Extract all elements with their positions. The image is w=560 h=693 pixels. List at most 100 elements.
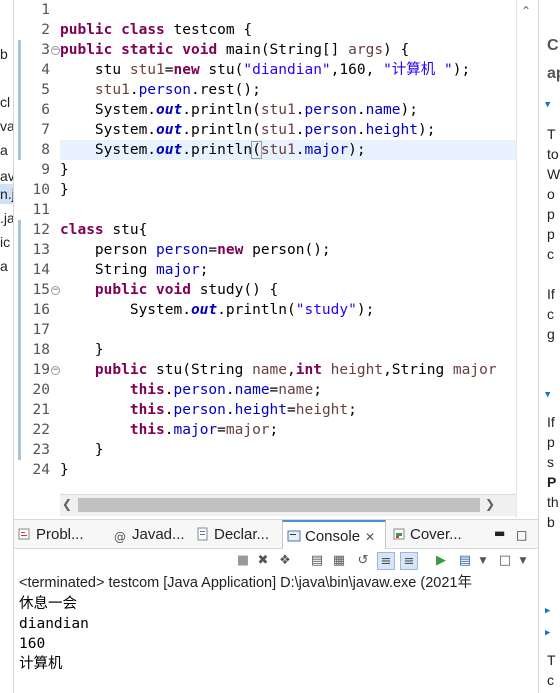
code-line[interactable]: System.out.println(stu1.person.name);: [60, 100, 418, 120]
tab-label: Console: [305, 528, 361, 545]
code-line[interactable]: }: [60, 180, 69, 200]
line-number: 17: [32, 322, 50, 338]
tab-label: Declar...: [214, 526, 270, 543]
tab-label: Cover...: [410, 526, 462, 543]
tab-label: Probl...: [36, 526, 84, 543]
console-output[interactable]: 休息一会 diandian 160 计算机: [14, 594, 538, 693]
code-line[interactable]: public class testcom {: [60, 20, 252, 40]
side-panel-text: If: [547, 414, 555, 430]
code-editor[interactable]: 1 2 3−4 5 6 7 8 9 10 11 12 13 14 15−16 17 18 19−20 21 22 23…: [14, 0, 530, 493]
code-line[interactable]: }: [60, 160, 69, 180]
chevron-icon[interactable]: ▶: [545, 606, 550, 616]
tab-console[interactable]: Console ✕: [282, 520, 386, 550]
code-line[interactable]: String major;: [60, 260, 209, 280]
scroll-left-icon[interactable]: ❮: [62, 497, 72, 511]
open-console-icon[interactable]: □: [496, 552, 514, 570]
scroll-right-icon[interactable]: ❯: [485, 497, 495, 511]
code-line[interactable]: this.major=major;: [60, 420, 278, 440]
chevron-down-icon[interactable]: ▼: [474, 552, 492, 570]
minimize-icon[interactable]: ▬: [490, 520, 510, 550]
package-explorer-item[interactable]: b: [0, 44, 8, 64]
side-panel-text: C: [547, 37, 559, 54]
package-explorer-item[interactable]: a: [0, 256, 8, 276]
code-line[interactable]: stu1.person.rest();: [60, 80, 261, 100]
code-line[interactable]: this.person.height=height;: [60, 400, 357, 420]
chevron-down-icon[interactable]: ▼: [514, 552, 532, 570]
package-explorer-item[interactable]: a: [0, 140, 8, 160]
package-explorer-item[interactable]: cl: [0, 92, 10, 112]
code-line[interactable]: public static void main(String[] args) {: [60, 40, 409, 60]
show-on-stdout-icon[interactable]: ≡: [377, 552, 395, 570]
code-line[interactable]: public stu(String name,int height,String…: [60, 360, 497, 380]
line-number: 20: [32, 382, 50, 398]
package-explorer-item[interactable]: n.j: [0, 184, 13, 204]
console-icon: [287, 524, 301, 542]
tab-problems[interactable]: Probl...: [14, 520, 110, 550]
problems-icon: [18, 522, 32, 540]
line-number: 19: [32, 362, 50, 378]
chevron-icon[interactable]: ▶: [545, 628, 550, 638]
package-explorer-item[interactable]: va: [0, 116, 13, 136]
display-console-icon[interactable]: ▤: [456, 552, 474, 570]
code-line[interactable]: System.out.println("study");: [60, 300, 374, 320]
show-on-stderr-icon[interactable]: ≡: [400, 552, 418, 570]
package-explorer-item[interactable]: av: [0, 166, 13, 186]
code-line[interactable]: System.out.println(stu1.person.height);: [60, 120, 436, 140]
horizontal-scroll-thumb[interactable]: [78, 498, 480, 512]
side-panel-text: ap: [547, 65, 560, 82]
side-panel-text: th: [547, 494, 559, 510]
line-number-gutter: 1 2 3−4 5 6 7 8 9 10 11 12 13 14 15−16 17 18 19−20 21 22 23…: [14, 0, 60, 493]
tab-coverage[interactable]: Cover...: [388, 520, 478, 550]
code-line[interactable]: }: [60, 340, 104, 360]
close-icon[interactable]: ✕: [365, 530, 375, 544]
scroll-up-icon[interactable]: ⌃: [521, 4, 531, 18]
code-line[interactable]: public void study() {: [60, 280, 278, 300]
vertical-scrollbar[interactable]: [516, 0, 538, 518]
line-number: 1: [41, 2, 50, 18]
fold-toggle-icon[interactable]: −: [51, 366, 60, 375]
code-line[interactable]: }: [60, 460, 69, 480]
package-explorer: b cl va a av n.j .ja ic a: [0, 0, 14, 693]
line-number: 24: [32, 462, 50, 478]
maximize-icon[interactable]: □: [512, 520, 532, 550]
side-panel-text: c: [547, 306, 554, 322]
line-number: 2: [41, 22, 50, 38]
console-output-line: 计算机: [19, 656, 63, 672]
javadoc-side-panel: CapTtoWoppcIfcgIfpsPthbTc▼▼▶▶: [538, 0, 560, 693]
chevron-icon[interactable]: ▼: [545, 100, 550, 110]
line-number: 14: [32, 262, 50, 278]
code-line[interactable]: person person=new person();: [60, 240, 331, 260]
package-explorer-item[interactable]: .ja: [0, 208, 13, 228]
side-panel-text: p: [547, 206, 555, 222]
remove-all-terminated-icon[interactable]: ❖: [276, 552, 294, 570]
chevron-icon[interactable]: ▼: [545, 390, 550, 400]
console-output-line: diandian: [19, 616, 89, 632]
side-panel-text: If: [547, 286, 555, 302]
code-line[interactable]: class stu{: [60, 220, 147, 240]
line-number: 11: [32, 202, 50, 218]
terminate-icon[interactable]: ■: [234, 552, 252, 570]
fold-toggle-icon[interactable]: −: [51, 286, 60, 295]
line-number: 6: [41, 102, 50, 118]
clear-console-icon[interactable]: ▤: [308, 552, 326, 570]
code-line[interactable]: this.person.name=name;: [60, 380, 322, 400]
line-number: 18: [32, 342, 50, 358]
remove-launch-icon[interactable]: ✖: [254, 552, 272, 570]
side-panel-text: o: [547, 186, 555, 202]
line-number: 3: [41, 42, 50, 58]
scroll-lock-icon[interactable]: ▦: [330, 552, 348, 570]
code-line[interactable]: System.out.println(stu1.major);: [60, 140, 366, 160]
fold-toggle-icon[interactable]: −: [51, 46, 60, 55]
side-panel-text: c: [547, 672, 554, 688]
pin-console-icon[interactable]: ▶: [432, 552, 450, 570]
package-explorer-item[interactable]: ic: [0, 232, 10, 252]
bottom-view-tabs: Probl... @ Javad... Declar... Console ✕ Co…: [14, 519, 538, 550]
side-panel-text: P: [547, 474, 557, 490]
tab-declaration[interactable]: Declar...: [192, 520, 282, 550]
code-line[interactable]: }: [60, 440, 104, 460]
side-panel-text: b: [547, 514, 555, 530]
tab-javadoc[interactable]: @ Javad...: [110, 520, 192, 550]
line-number: 13: [32, 242, 50, 258]
code-line[interactable]: stu stu1=new stu("diandian",160, "计算机 ")…: [60, 60, 470, 80]
word-wrap-icon[interactable]: ↺: [354, 552, 372, 570]
